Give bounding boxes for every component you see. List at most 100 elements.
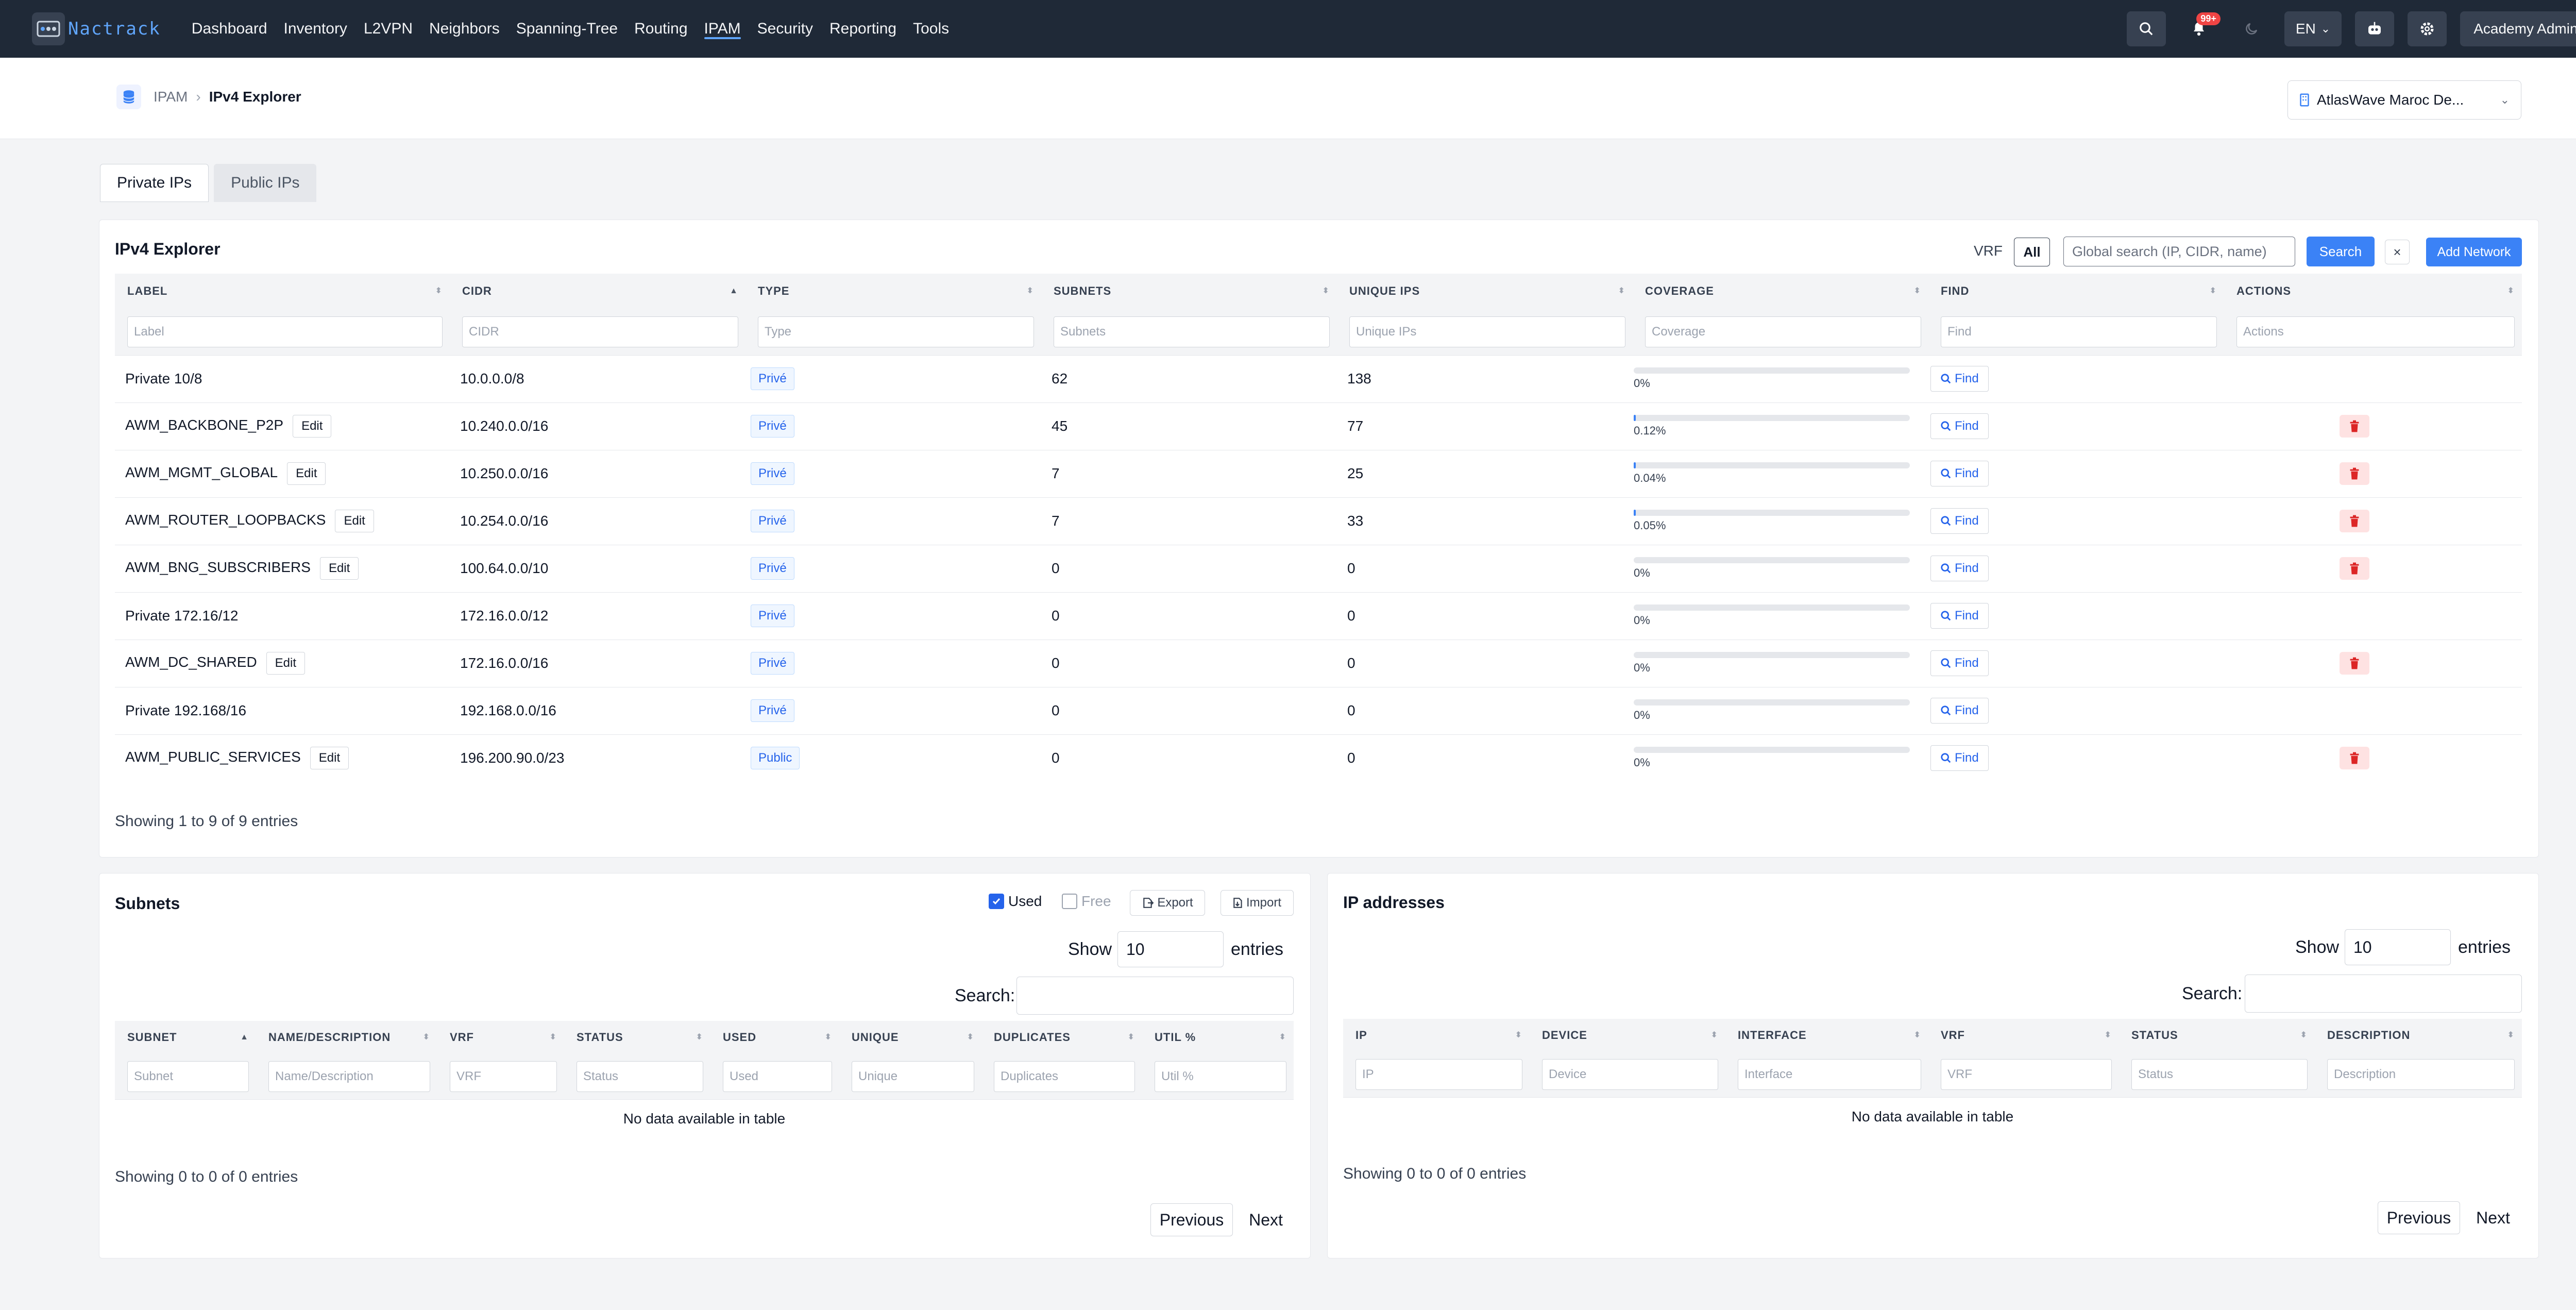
free-checkbox[interactable] bbox=[1062, 894, 1077, 909]
tab-public-ips[interactable]: Public IPs bbox=[214, 164, 317, 202]
filter-subnets-input[interactable]: Subnets bbox=[1054, 316, 1330, 347]
page-length-select[interactable]: 10 bbox=[2345, 929, 2451, 965]
find-button[interactable]: Find bbox=[1930, 650, 1989, 676]
edit-button[interactable]: Edit bbox=[310, 747, 349, 770]
filter-cidr-input[interactable]: CIDR bbox=[462, 316, 738, 347]
column-header-name-description[interactable]: NAME/DESCRIPTION ⬍ bbox=[256, 1021, 437, 1054]
search-button[interactable]: Search bbox=[2307, 237, 2375, 266]
nav-item-neighbors[interactable]: Neighbors bbox=[429, 0, 500, 58]
page-length-select[interactable]: 10 bbox=[1117, 931, 1224, 967]
nav-item-inventory[interactable]: Inventory bbox=[284, 0, 347, 58]
filter-interface-input[interactable]: Interface bbox=[1738, 1059, 1921, 1090]
edit-button[interactable]: Edit bbox=[335, 510, 374, 532]
find-button[interactable]: Find bbox=[1930, 603, 1989, 629]
notifications-button[interactable]: 99+ bbox=[2179, 11, 2221, 46]
column-header-coverage[interactable]: COVERAGE ⬍ bbox=[1633, 274, 1928, 309]
column-header-status[interactable]: STATUS ⬍ bbox=[2119, 1019, 2315, 1052]
column-header-subnets[interactable]: SUBNETS ⬍ bbox=[1041, 274, 1337, 309]
theme-toggle-button[interactable] bbox=[2232, 11, 2271, 46]
find-button[interactable]: Find bbox=[1930, 413, 1989, 439]
filter-ip-input[interactable]: IP bbox=[1355, 1059, 1522, 1090]
find-button[interactable]: Find bbox=[1930, 745, 1989, 771]
column-header-description[interactable]: DESCRIPTION ⬍ bbox=[2315, 1019, 2522, 1052]
delete-button[interactable] bbox=[2340, 415, 2369, 438]
vrf-filter-button[interactable]: All bbox=[2014, 238, 2050, 266]
nav-item-tools[interactable]: Tools bbox=[913, 0, 949, 58]
filter-used-input[interactable]: Used bbox=[723, 1061, 832, 1092]
filter-unique-input[interactable]: Unique bbox=[852, 1061, 974, 1092]
column-header-cidr[interactable]: CIDR ▲ bbox=[450, 274, 745, 309]
column-header-status[interactable]: STATUS ⬍ bbox=[564, 1021, 710, 1054]
column-header-actions[interactable]: ACTIONS ⬍ bbox=[2224, 274, 2522, 309]
column-header-vrf[interactable]: VRF ⬍ bbox=[437, 1021, 564, 1054]
filter-name-description-input[interactable]: Name/Description bbox=[268, 1061, 430, 1092]
column-header-type[interactable]: TYPE ⬍ bbox=[745, 274, 1041, 309]
filter-vrf-input[interactable]: VRF bbox=[450, 1061, 557, 1092]
column-header-util[interactable]: UTIL % ⬍ bbox=[1142, 1021, 1294, 1054]
filter-device-input[interactable]: Device bbox=[1542, 1059, 1718, 1090]
add-network-button[interactable]: Add Network bbox=[2426, 238, 2522, 266]
ip-next-button[interactable]: Next bbox=[2466, 1201, 2520, 1234]
find-button[interactable]: Find bbox=[1930, 698, 1989, 724]
delete-button[interactable] bbox=[2340, 557, 2369, 580]
find-button[interactable]: Find bbox=[1930, 556, 1989, 581]
filter-util-input[interactable]: Util % bbox=[1155, 1061, 1286, 1092]
delete-button[interactable] bbox=[2340, 747, 2369, 770]
nav-item-reporting[interactable]: Reporting bbox=[829, 0, 896, 58]
ip-previous-button[interactable]: Previous bbox=[2378, 1201, 2460, 1234]
column-header-device[interactable]: DEVICE ⬍ bbox=[1530, 1019, 1725, 1052]
column-header-ip[interactable]: IP ⬍ bbox=[1343, 1019, 1530, 1052]
filter-actions-input[interactable]: Actions bbox=[2236, 316, 2515, 347]
filter-unique-ips-input[interactable]: Unique IPs bbox=[1349, 316, 1625, 347]
filter-vrf-input[interactable]: VRF bbox=[1941, 1059, 2112, 1090]
column-header-vrf[interactable]: VRF ⬍ bbox=[1928, 1019, 2119, 1052]
column-header-find[interactable]: FIND ⬍ bbox=[1928, 274, 2224, 309]
filter-label-input[interactable]: Label bbox=[127, 316, 443, 347]
nav-item-dashboard[interactable]: Dashboard bbox=[192, 0, 267, 58]
global-search-input[interactable]: Global search (IP, CIDR, name) bbox=[2063, 237, 2295, 266]
subnets-previous-button[interactable]: Previous bbox=[1150, 1203, 1233, 1236]
find-button[interactable]: Find bbox=[1930, 366, 1989, 392]
edit-button[interactable]: Edit bbox=[287, 462, 326, 485]
column-header-interface[interactable]: INTERFACE ⬍ bbox=[1725, 1019, 1928, 1052]
used-filter[interactable]: Used bbox=[989, 893, 1042, 910]
free-filter[interactable]: Free bbox=[1062, 893, 1111, 910]
language-dropdown[interactable]: EN ⌄ bbox=[2284, 11, 2342, 46]
ip-search-input[interactable] bbox=[2245, 975, 2522, 1013]
search-button[interactable] bbox=[2126, 11, 2166, 46]
filter-coverage-input[interactable]: Coverage bbox=[1645, 316, 1921, 347]
find-button[interactable]: Find bbox=[1930, 508, 1989, 534]
clear-search-button[interactable]: × bbox=[2385, 240, 2410, 264]
column-header-label[interactable]: LABEL ⬍ bbox=[115, 274, 450, 309]
assistant-button[interactable] bbox=[2355, 11, 2395, 46]
filter-subnet-input[interactable]: Subnet bbox=[127, 1061, 249, 1092]
filter-duplicates-input[interactable]: Duplicates bbox=[994, 1061, 1135, 1092]
find-button[interactable]: Find bbox=[1930, 461, 1989, 486]
nav-item-ipam[interactable]: IPAM bbox=[704, 0, 741, 58]
user-menu[interactable]: Academy Admin ⌄ bbox=[2460, 11, 2576, 46]
edit-button[interactable]: Edit bbox=[293, 415, 332, 438]
column-header-unique-ips[interactable]: UNIQUE IPS ⬍ bbox=[1337, 274, 1633, 309]
column-header-duplicates[interactable]: DUPLICATES ⬍ bbox=[981, 1021, 1142, 1054]
filter-type-input[interactable]: Type bbox=[758, 316, 1034, 347]
export-button[interactable]: Export bbox=[1130, 890, 1205, 916]
breadcrumb-parent[interactable]: IPAM bbox=[154, 89, 188, 105]
nav-item-routing[interactable]: Routing bbox=[634, 0, 687, 58]
tab-private-ips[interactable]: Private IPs bbox=[100, 164, 209, 202]
delete-button[interactable] bbox=[2340, 462, 2369, 485]
nav-item-spanning-tree[interactable]: Spanning-Tree bbox=[516, 0, 618, 58]
site-selector[interactable]: AtlasWave Maroc De... ⌄ bbox=[2287, 80, 2521, 120]
column-header-subnet[interactable]: SUBNET ▲ bbox=[115, 1021, 256, 1054]
column-header-unique[interactable]: UNIQUE ⬍ bbox=[839, 1021, 981, 1054]
subnets-search-input[interactable] bbox=[1016, 977, 1294, 1015]
filter-status-input[interactable]: Status bbox=[577, 1061, 703, 1092]
edit-button[interactable]: Edit bbox=[319, 557, 359, 580]
import-button[interactable]: Import bbox=[1221, 890, 1294, 916]
column-header-used[interactable]: USED ⬍ bbox=[710, 1021, 839, 1054]
filter-status-input[interactable]: Status bbox=[2131, 1059, 2308, 1090]
filter-description-input[interactable]: Description bbox=[2327, 1059, 2515, 1090]
nav-item-l2vpn[interactable]: L2VPN bbox=[364, 0, 413, 58]
settings-button[interactable] bbox=[2408, 11, 2447, 46]
filter-find-input[interactable]: Find bbox=[1941, 316, 2217, 347]
delete-button[interactable] bbox=[2340, 652, 2369, 675]
